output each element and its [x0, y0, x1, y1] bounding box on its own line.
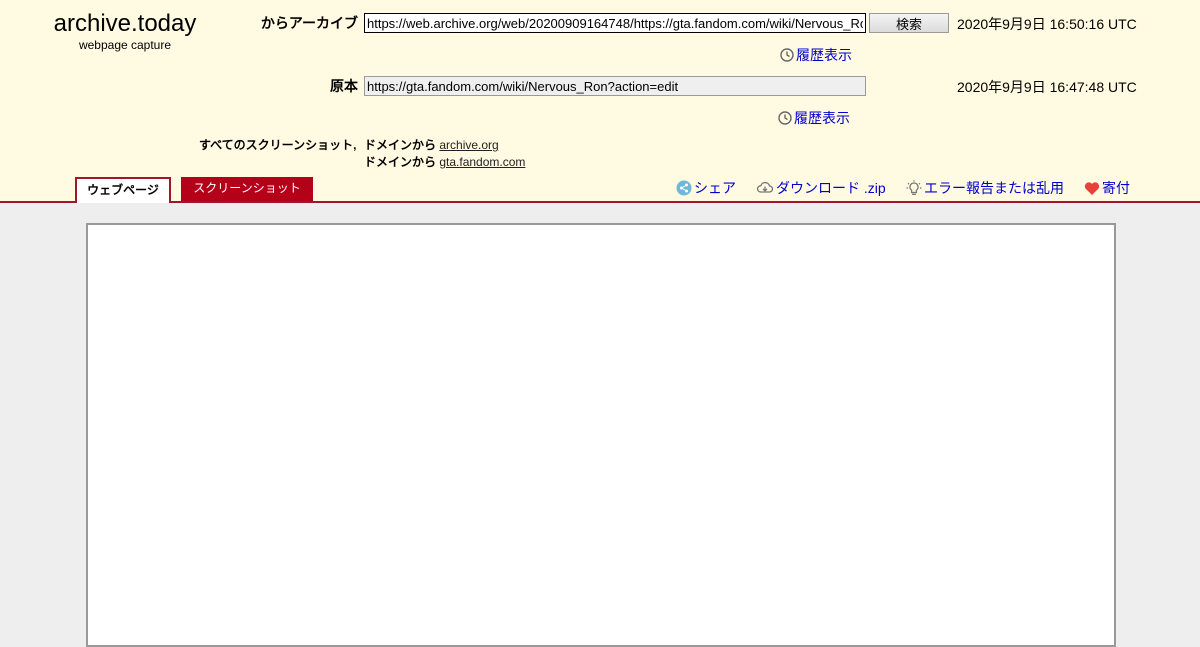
original-label: 原本: [330, 78, 358, 94]
donate-label: 寄付: [1102, 180, 1130, 196]
original-history-label: 履歴表示: [794, 110, 850, 126]
clock-icon: [780, 48, 794, 62]
original-url-field[interactable]: [364, 76, 866, 96]
domain-prefix: ドメインから: [364, 138, 437, 152]
report-button[interactable]: エラー報告または乱用: [906, 178, 1064, 198]
download-label: ダウンロード .zip: [776, 180, 886, 196]
clock-icon: [778, 111, 792, 125]
domain-line: ドメインから archive.org: [364, 136, 499, 153]
report-label: エラー報告または乱用: [924, 180, 1064, 196]
domain-prefix: ドメインから: [364, 155, 437, 169]
domain-link-gta-fandom[interactable]: gta.fandom.com: [439, 155, 525, 169]
archive-url-input[interactable]: [364, 13, 866, 33]
download-zip-button[interactable]: ダウンロード .zip: [756, 178, 886, 198]
donate-button[interactable]: 寄付: [1084, 178, 1130, 198]
heart-icon: [1084, 181, 1100, 195]
archive-history-label: 履歴表示: [796, 47, 852, 63]
archive-date: 2020年9月9日 16:50:16 UTC: [957, 16, 1137, 32]
share-button[interactable]: シェア: [676, 178, 736, 198]
share-icon: [676, 180, 692, 196]
archive-header: archive.today webpage capture からアーカイブ 検索…: [0, 0, 1200, 203]
domain-line: ドメインから gta.fandom.com: [364, 153, 525, 170]
search-button[interactable]: 検索: [869, 13, 949, 33]
original-date: 2020年9月9日 16:47:48 UTC: [957, 79, 1137, 95]
archive-history-link[interactable]: 履歴表示: [780, 45, 852, 65]
tab-screenshot[interactable]: スクリーンショット: [181, 177, 313, 201]
cloud-download-icon: [756, 181, 774, 193]
lightbulb-icon: [906, 179, 922, 195]
archived-page-frame[interactable]: [86, 223, 1116, 647]
logo-title[interactable]: archive.today: [25, 10, 225, 38]
original-history-link[interactable]: 履歴表示: [778, 108, 850, 128]
share-label: シェア: [694, 180, 736, 196]
all-screenshots-label: すべてのスクリーンショット,: [199, 138, 357, 152]
archive-from-label: からアーカイブ: [260, 15, 358, 31]
logo[interactable]: archive.today webpage capture: [25, 10, 225, 52]
domain-link-archive-org[interactable]: archive.org: [439, 138, 498, 152]
tab-webpage[interactable]: ウェブページ: [75, 177, 171, 203]
logo-subtitle: webpage capture: [78, 38, 172, 52]
